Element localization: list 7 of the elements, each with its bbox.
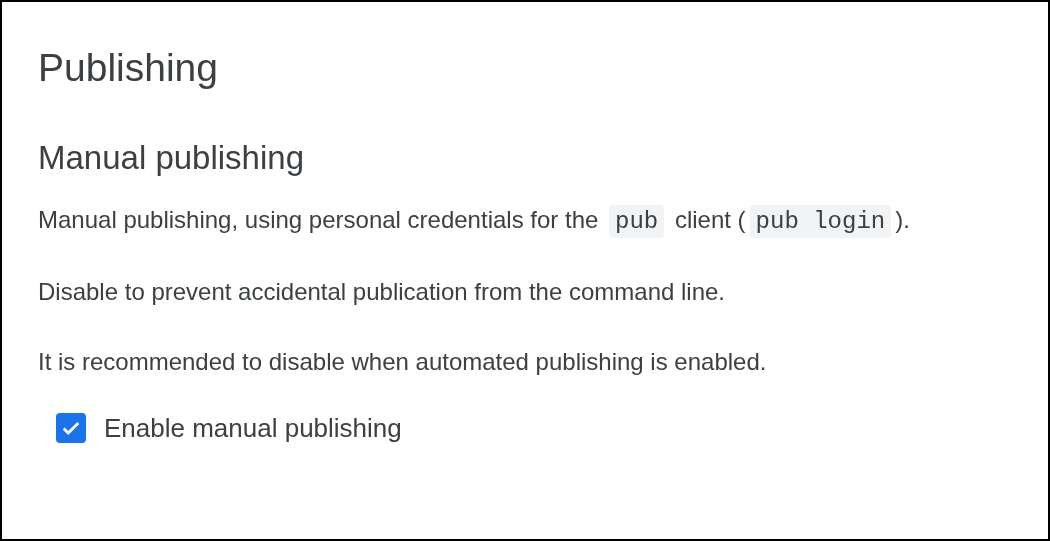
checkbox[interactable] [56,413,86,443]
section-heading: Manual publishing [38,138,305,178]
paragraph: Manual publishing, using personal credentials for the pub client ( pub login ). [38,204,1012,238]
paragraph: Disable to prevent accidental publication from the command line. [38,277,727,307]
paragraph: It is recommended to disable when automated publishing is enabled. [38,347,768,377]
checkbox-label[interactable]: Enable manual publishing [104,412,402,444]
page-title: Publishing [38,45,219,91]
